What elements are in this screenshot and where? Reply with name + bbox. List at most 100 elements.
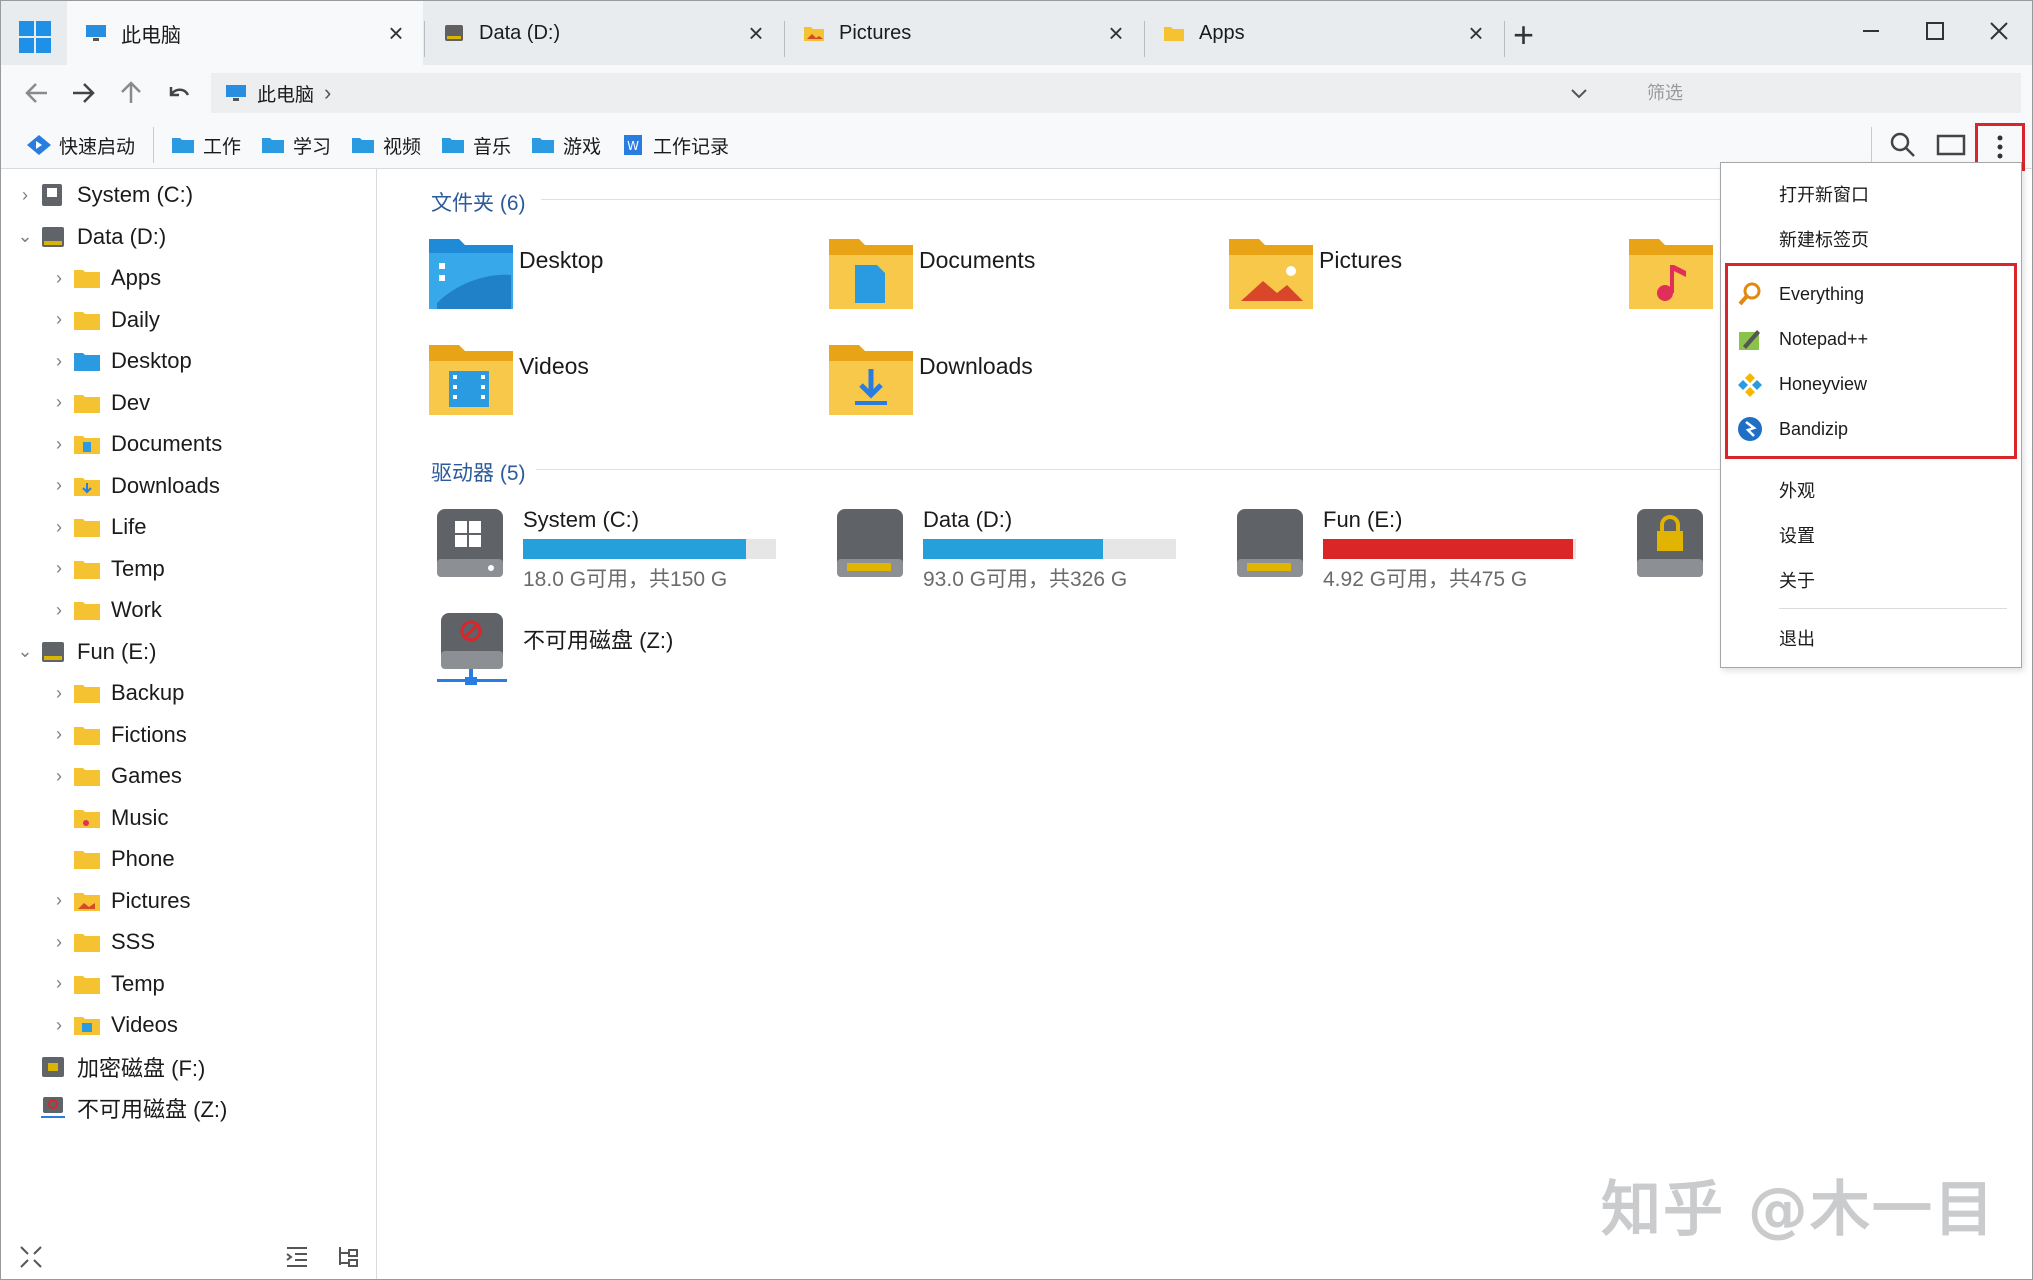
bookmark-games[interactable]: 游戏	[531, 129, 601, 161]
tree-folder-music[interactable]: Music	[45, 798, 168, 838]
close-tab-icon[interactable]: ×	[1463, 20, 1489, 46]
close-tab-icon[interactable]: ×	[383, 20, 409, 46]
indent-icon[interactable]	[283, 1243, 311, 1271]
chevron-right-icon[interactable]: ›	[45, 973, 73, 994]
tab-pictures[interactable]: Pictures ×	[785, 1, 1143, 65]
chevron-right-icon[interactable]: ›	[45, 683, 73, 704]
forward-arrow-icon[interactable]	[65, 75, 101, 111]
close-tab-icon[interactable]: ×	[1103, 20, 1129, 46]
tree-folder-apps[interactable]: › Apps	[45, 258, 161, 298]
menu-item-appearance[interactable]: 外观	[1779, 477, 1815, 503]
address-path[interactable]: 此电脑	[257, 80, 314, 107]
minimize-icon[interactable]	[1851, 11, 1891, 51]
tree-folder-work[interactable]: › Work	[45, 590, 162, 630]
folder-blue-icon	[262, 138, 284, 153]
chevron-right-icon[interactable]: ›	[45, 932, 73, 953]
chevron-right-icon[interactable]: ›	[45, 434, 73, 455]
preview-pane-icon[interactable]	[1933, 127, 1969, 163]
drive-usage-fill	[923, 539, 1103, 559]
search-icon[interactable]	[1885, 127, 1921, 163]
tree-folder-sss[interactable]: › SSS	[45, 922, 155, 962]
bookmark-label: 游戏	[563, 136, 602, 158]
folder-label: Downloads	[919, 353, 1033, 379]
bookmark-video[interactable]: 视频	[351, 129, 421, 161]
bookmark-work-log[interactable]: W 工作记录	[621, 129, 729, 161]
close-tab-icon[interactable]: ×	[743, 20, 769, 46]
menu-item-about[interactable]: 关于	[1779, 567, 1815, 593]
tree-folder-pictures[interactable]: › Pictures	[45, 881, 190, 921]
chevron-right-icon[interactable]: ›	[45, 517, 73, 538]
chevron-right-icon[interactable]: ›	[45, 309, 73, 330]
chevron-right-icon[interactable]: ›	[45, 890, 73, 911]
chevron-right-icon[interactable]: ›	[45, 724, 73, 745]
chevron-right-icon[interactable]: ›	[45, 558, 73, 579]
tree-folder-backup[interactable]: › Backup	[45, 673, 184, 713]
filter-input[interactable]: 筛选	[1601, 73, 2021, 113]
chevron-right-icon[interactable]: ›	[11, 185, 39, 206]
tree-folder-dev[interactable]: › Dev	[45, 383, 150, 423]
tree-folder-temp[interactable]: › Temp	[45, 549, 165, 589]
undo-icon[interactable]	[161, 75, 197, 111]
tree-folder-phone[interactable]: Phone	[45, 839, 175, 879]
tab-apps[interactable]: Apps ×	[1145, 1, 1503, 65]
tree-drive-drive_f[interactable]: 加密磁盘 (F:)	[11, 1047, 205, 1087]
menu-item-new-tab[interactable]: 新建标签页	[1779, 226, 1869, 252]
section-divider	[541, 199, 1721, 200]
tree-view-icon[interactable]	[335, 1243, 363, 1271]
address-bar[interactable]: 此电脑 ›	[211, 73, 1601, 113]
chevron-right-icon[interactable]: ›	[45, 1015, 73, 1036]
drive-d[interactable]: Data (D:) 93.0 G可用，共326 G	[833, 505, 1203, 605]
chevron-down-icon[interactable]: ⌄	[11, 226, 39, 247]
bookmark-work[interactable]: 工作	[171, 129, 241, 161]
tree-drive-drive_d[interactable]: ⌄ Data (D:)	[11, 217, 166, 257]
menu-item-everything[interactable]: Everything	[1779, 284, 1864, 305]
drive-free-space: 4.92 G可用，共475 G	[1323, 568, 1528, 591]
new-tab-button[interactable]: +	[1513, 17, 1534, 53]
chevron-right-icon[interactable]: ›	[45, 766, 73, 787]
tree-folder-downloads[interactable]: › Downloads	[45, 466, 220, 506]
menu-item-exit[interactable]: 退出	[1779, 625, 1815, 651]
bookmark-study[interactable]: 学习	[261, 129, 331, 161]
start-logo-icon[interactable]	[19, 21, 51, 53]
chevron-right-icon[interactable]: ›	[45, 392, 73, 413]
chevron-right-icon[interactable]: ›	[45, 600, 73, 621]
menu-item-open-new-window[interactable]: 打开新窗口	[1779, 181, 1869, 207]
tree-item-label: Videos	[111, 1012, 178, 1037]
tree-drive-drive_c[interactable]: › System (C:)	[11, 175, 193, 215]
tree-folder-desktop[interactable]: › Desktop	[45, 341, 192, 381]
breadcrumb-chevron-icon[interactable]: ›	[324, 80, 331, 106]
tree-folder-life[interactable]: › Life	[45, 507, 146, 547]
menu-item-bandizip[interactable]: Bandizip	[1779, 419, 1848, 440]
up-arrow-icon[interactable]	[113, 75, 149, 111]
tree-drive-drive_e[interactable]: ⌄ Fun (E:)	[11, 632, 156, 672]
menu-item-honeyview[interactable]: Honeyview	[1779, 374, 1867, 395]
folder-music[interactable]	[1627, 233, 1717, 323]
drive-e[interactable]: Fun (E:) 4.92 G可用，共475 G	[1233, 505, 1603, 605]
tree-folder-documents[interactable]: › Documents	[45, 424, 222, 464]
tree-folder-daily[interactable]: › Daily	[45, 300, 160, 340]
close-window-icon[interactable]	[1979, 11, 2019, 51]
collapse-all-icon[interactable]	[17, 1243, 45, 1271]
tree-folder-videos[interactable]: › Videos	[45, 1005, 178, 1045]
tab-this-pc[interactable]: 此电脑 ×	[67, 1, 423, 65]
tree-drive-drive_z[interactable]: 不可用磁盘 (Z:)	[11, 1088, 227, 1128]
menu-item-notepad-plus-plus[interactable]: Notepad++	[1779, 329, 1868, 350]
chevron-right-icon[interactable]: ›	[45, 475, 73, 496]
tab-data-d[interactable]: Data (D:) ×	[425, 1, 783, 65]
drive-z[interactable]: 不可用磁盘 (Z:)	[433, 611, 803, 711]
chevron-down-icon[interactable]: ⌄	[11, 641, 39, 662]
chevron-right-icon[interactable]: ›	[45, 351, 73, 372]
chevron-right-icon[interactable]: ›	[45, 268, 73, 289]
bookmark-music[interactable]: 音乐	[441, 129, 511, 161]
tree-folder-temp[interactable]: › Temp	[45, 964, 165, 1004]
tree-folder-fictions[interactable]: › Fictions	[45, 715, 187, 755]
drive-usage-fill	[523, 539, 746, 559]
tree-folder-games[interactable]: › Games	[45, 756, 182, 796]
maximize-icon[interactable]	[1915, 11, 1955, 51]
menu-item-settings[interactable]: 设置	[1779, 522, 1815, 548]
chevron-down-icon[interactable]	[1567, 81, 1591, 105]
drive-c[interactable]: System (C:) 18.0 G可用，共150 G	[433, 505, 803, 605]
drive-f-encrypted[interactable]	[1633, 505, 1719, 605]
bookmark-quick-launch[interactable]: 快速启动	[27, 129, 135, 161]
back-arrow-icon[interactable]	[19, 75, 55, 111]
